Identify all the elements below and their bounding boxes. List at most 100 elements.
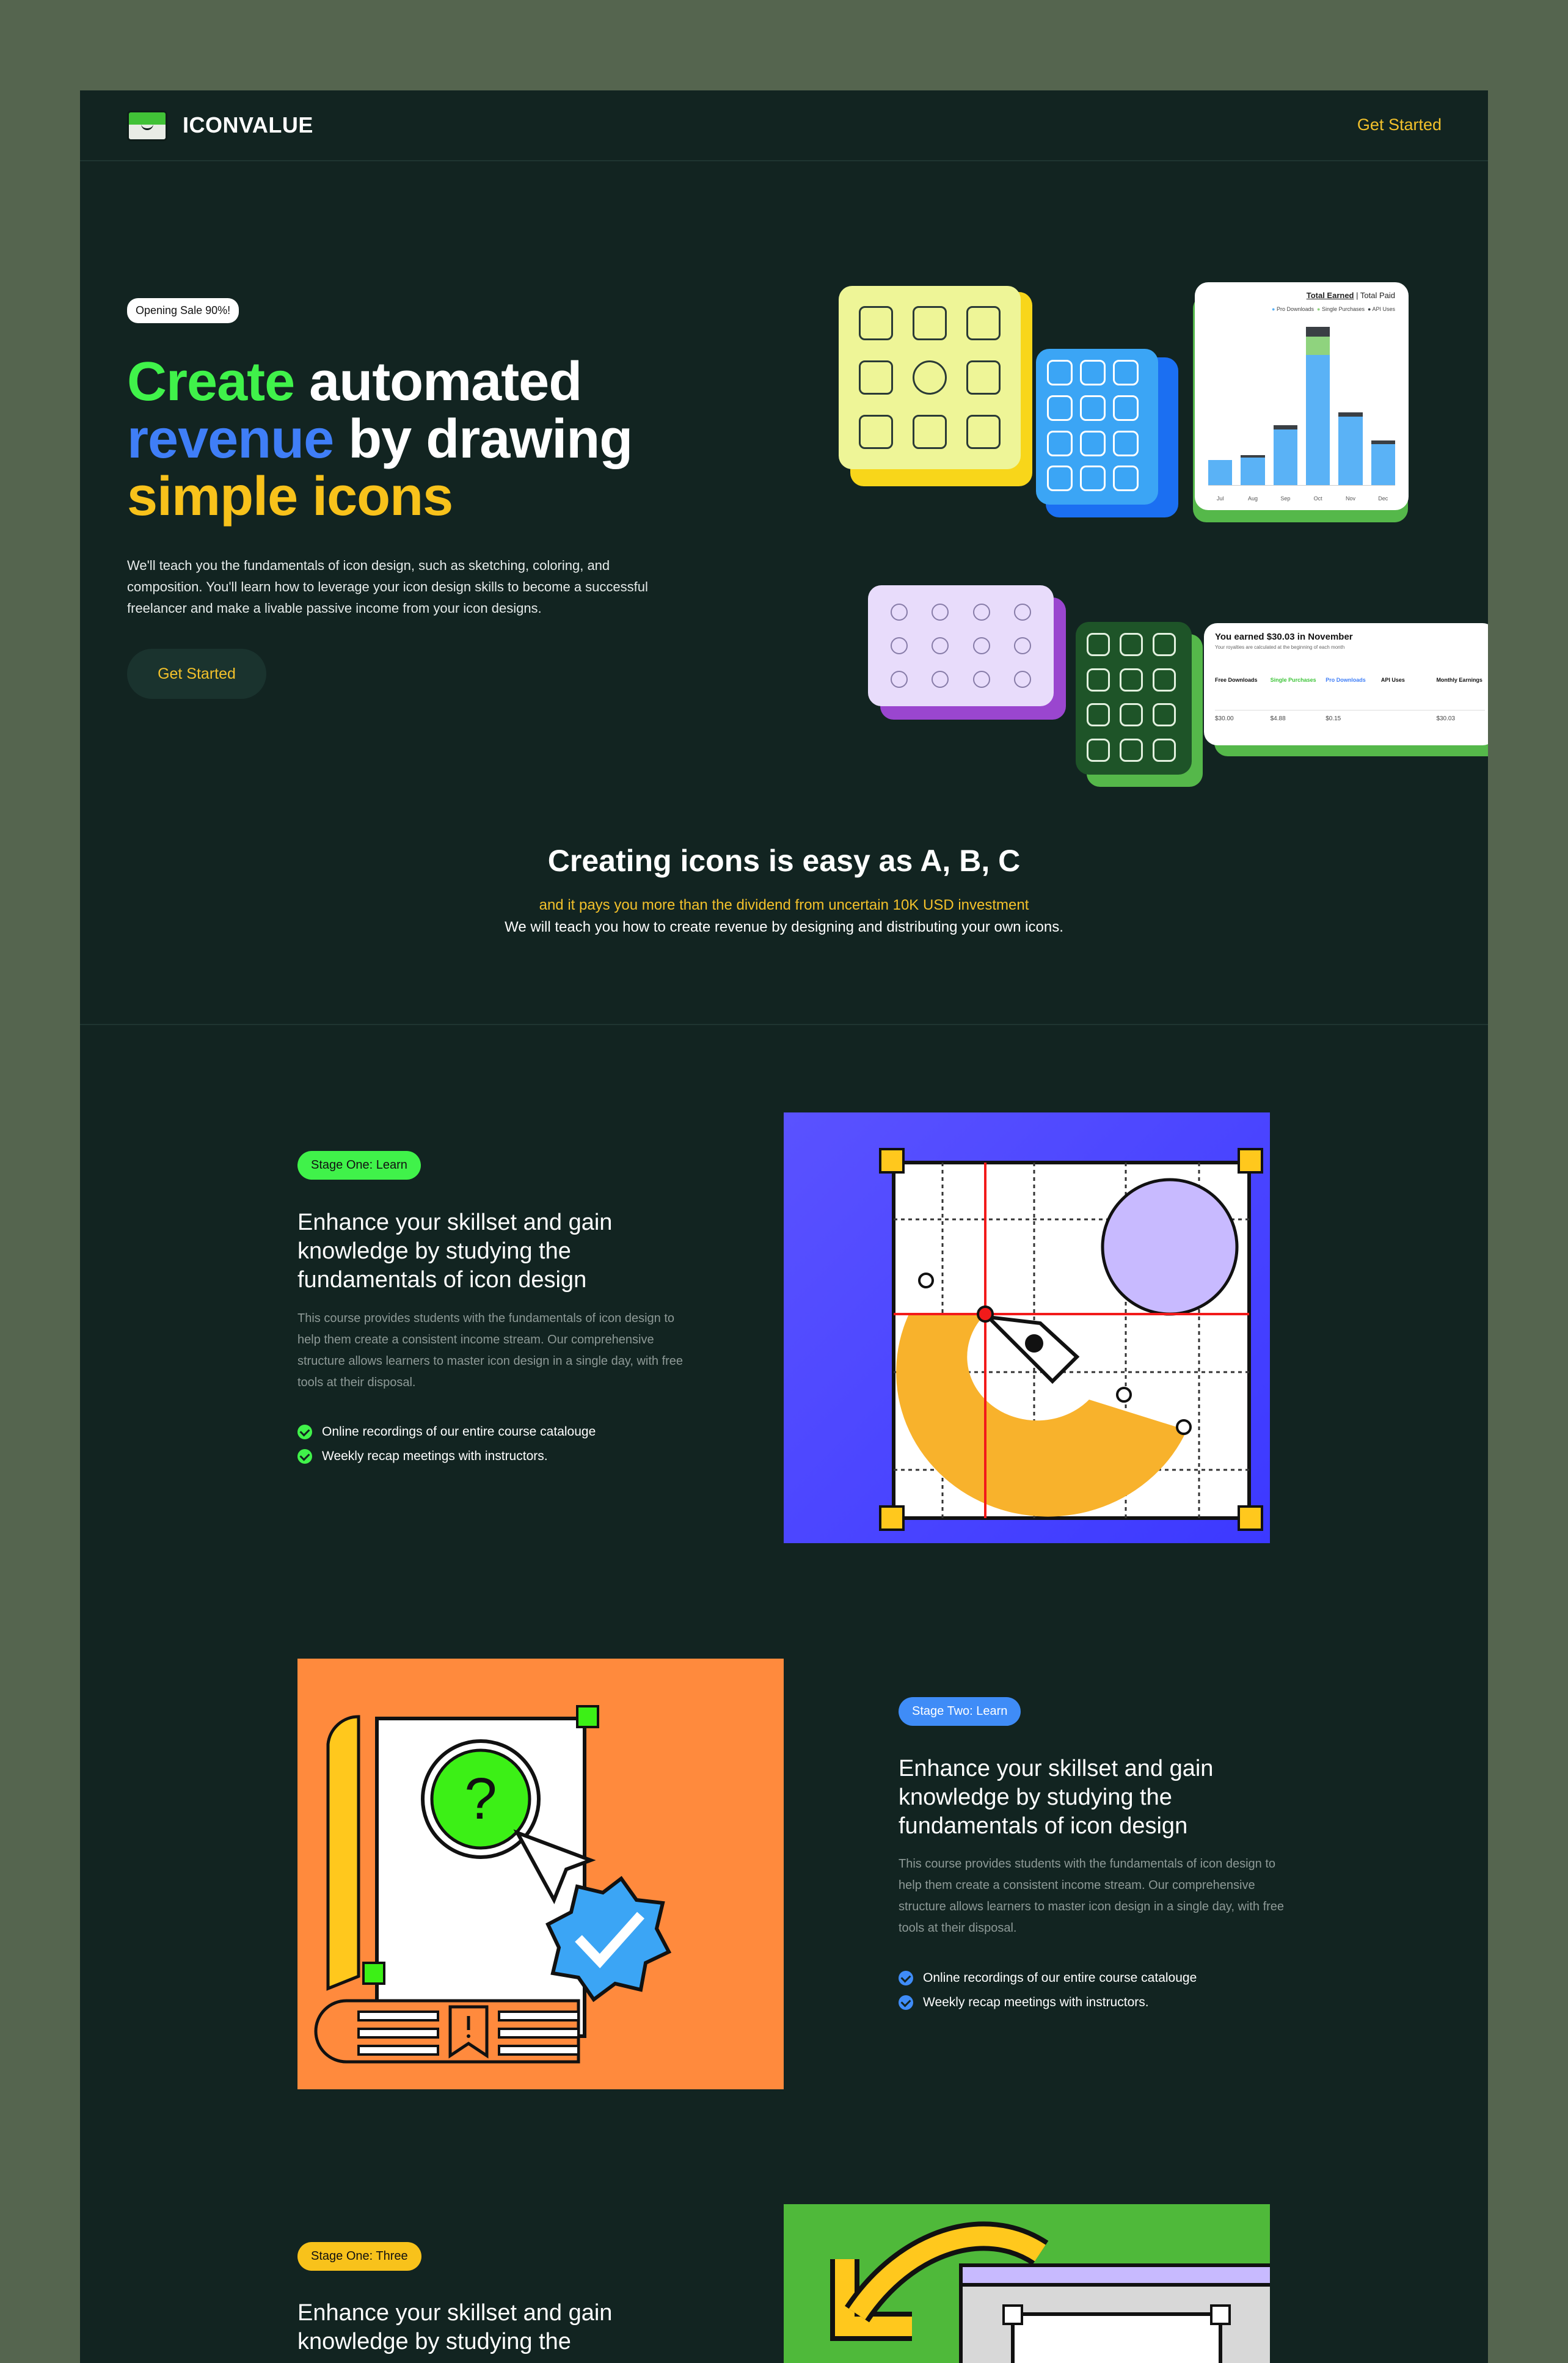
- green-icon-card: [1076, 622, 1192, 775]
- head-icon: [966, 360, 1001, 395]
- chart-icon: [1014, 637, 1032, 654]
- phone-icon: [913, 306, 947, 341]
- x-label: Nov: [1345, 495, 1355, 502]
- mic-icon: [972, 637, 990, 654]
- earnings-summary-card: You earned $30.03 in November Your royal…: [1204, 623, 1488, 745]
- document-icon: [913, 414, 947, 449]
- svg-text:?: ?: [464, 1766, 497, 1832]
- mail-icon: [890, 670, 908, 688]
- stats-icon: [1153, 703, 1176, 726]
- split-icon: [972, 604, 990, 621]
- stage-two-tag: Stage Two: Learn: [899, 1697, 1021, 1726]
- val-api-uses: [1381, 715, 1430, 722]
- screen-icon: [1113, 395, 1139, 421]
- chart-bars: [1208, 327, 1395, 486]
- check-icon: [899, 1995, 913, 2010]
- earnings-chart-card: Total Earned | Total Paid ● Pro Download…: [1195, 282, 1409, 510]
- val-single-purchases: $4.88: [1270, 715, 1286, 722]
- x-label: Jul: [1216, 495, 1224, 502]
- check-label: Weekly recap meetings with instructors.: [923, 1995, 1149, 2009]
- earnings-columns: Free Downloads Single Purchases Pro Down…: [1215, 677, 1485, 683]
- tab-total-paid[interactable]: Total Paid: [1360, 291, 1395, 300]
- sale-badge: Opening Sale 90%!: [127, 298, 239, 323]
- val-free-downloads: $30.00: [1215, 715, 1234, 722]
- hero-title-line3: simple icons: [127, 466, 453, 527]
- clipboard-icon: [966, 306, 1001, 341]
- stage-two-check-1: Online recordings of our entire course c…: [899, 1971, 1197, 1985]
- brand-name[interactable]: ICONVALUE: [183, 112, 313, 138]
- slides-icon: [1047, 360, 1073, 385]
- stage-two-check-2: Weekly recap meetings with instructors.: [899, 1995, 1149, 2010]
- col-monthly-earnings: Monthly Earnings: [1436, 677, 1482, 683]
- x-label: Sep: [1280, 495, 1291, 502]
- earnings-values: $30.00 $4.88 $0.15 $30.03: [1215, 710, 1485, 722]
- window-arrow-illustration: [784, 2204, 1270, 2363]
- pen-icon: [1014, 604, 1032, 621]
- legend-api-uses: API Uses: [1372, 306, 1395, 312]
- logo-icon[interactable]: [127, 111, 167, 141]
- laptop-icon: [859, 414, 893, 449]
- discussion-icon: [1087, 668, 1110, 692]
- tab-total-earned[interactable]: Total Earned: [1307, 291, 1354, 300]
- chart-x-labels: Jul Aug Sep Oct Nov Dec: [1208, 495, 1395, 502]
- crowd-icon: [1120, 633, 1143, 656]
- stage-three-tag: Stage One: Three: [297, 2242, 421, 2271]
- col-pro-downloads: Pro Downloads: [1326, 677, 1366, 683]
- stage-one-description: This course provides students with the f…: [297, 1312, 684, 1389]
- briefcase-icon: [859, 360, 893, 395]
- hero-get-started-button[interactable]: Get Started: [127, 649, 266, 699]
- lavender-icon-card: [868, 585, 1054, 706]
- team-icon: [1080, 466, 1106, 492]
- hero-title-accent-revenue: revenue: [127, 409, 334, 470]
- network-icon: [1120, 703, 1143, 726]
- legend-pro-downloads: Pro Downloads: [1276, 306, 1314, 312]
- user-chat-icon: [1113, 360, 1139, 385]
- chart-board-icon: [1080, 360, 1106, 385]
- headphones-icon: [932, 670, 949, 688]
- screen-team-icon: [1087, 738, 1110, 762]
- stage-two-description: This course provides students with the f…: [899, 1857, 1285, 1935]
- chart-legend: ● Pro Downloads ● Single Purchases ● API…: [1272, 306, 1395, 312]
- hand-icon: [859, 306, 893, 341]
- yellow-icon-card: [839, 286, 1021, 469]
- blue-icon-card: [1036, 349, 1158, 505]
- virus-icon: [913, 360, 947, 395]
- megaphone-icon: [966, 414, 1001, 449]
- group-icon: [1080, 395, 1106, 421]
- section-title: Creating icons is easy as A, B, C: [547, 844, 1021, 878]
- check-circle-icon: [972, 670, 990, 688]
- x-label: Oct: [1313, 495, 1322, 502]
- people-icon: [1087, 633, 1110, 656]
- check-icon: [899, 1971, 913, 1985]
- check-icon: [297, 1425, 312, 1439]
- bar-dec: [1371, 440, 1395, 485]
- x-label: Dec: [1378, 495, 1388, 502]
- hero-title-line2: by drawing: [334, 409, 633, 470]
- hierarchy-icon: [1153, 668, 1176, 692]
- teacher-icon: [1113, 430, 1139, 456]
- hero-title-accent-create: Create: [127, 351, 295, 412]
- site-header: ICONVALUE Get Started: [80, 90, 1488, 161]
- header-get-started-link[interactable]: Get Started: [1357, 115, 1442, 134]
- hero-title: Create automated revenue by drawing simp…: [127, 351, 633, 527]
- leader-icon: [1120, 738, 1143, 762]
- x-label: Aug: [1247, 495, 1258, 502]
- bar-jul: [1208, 459, 1233, 485]
- hero-description: We'll teach you the fundamentals of icon…: [127, 558, 648, 616]
- tab-separator: |: [1356, 291, 1358, 300]
- alarm-icon: [890, 637, 908, 654]
- bar-nov: [1338, 412, 1363, 485]
- report-icon: [1113, 466, 1139, 492]
- legend-single-purchases: Single Purchases: [1321, 306, 1365, 312]
- check-label: Online recordings of our entire course c…: [322, 1425, 596, 1439]
- val-pro-downloads: $0.15: [1326, 715, 1341, 722]
- section-divider: [80, 1024, 1488, 1025]
- family-icon: [1153, 633, 1176, 656]
- icon-grid-illustration: [784, 1112, 1270, 1543]
- presenter-icon: [1047, 395, 1073, 421]
- stage-two-title: Enhance your skillset and gain knowledge…: [899, 1756, 1214, 1839]
- col-free-downloads: Free Downloads: [1215, 677, 1258, 683]
- section-subtitle-highlight: and it pays you more than the dividend f…: [539, 897, 1029, 913]
- calendar-icon: [1014, 670, 1032, 688]
- grid-icon: [932, 637, 949, 654]
